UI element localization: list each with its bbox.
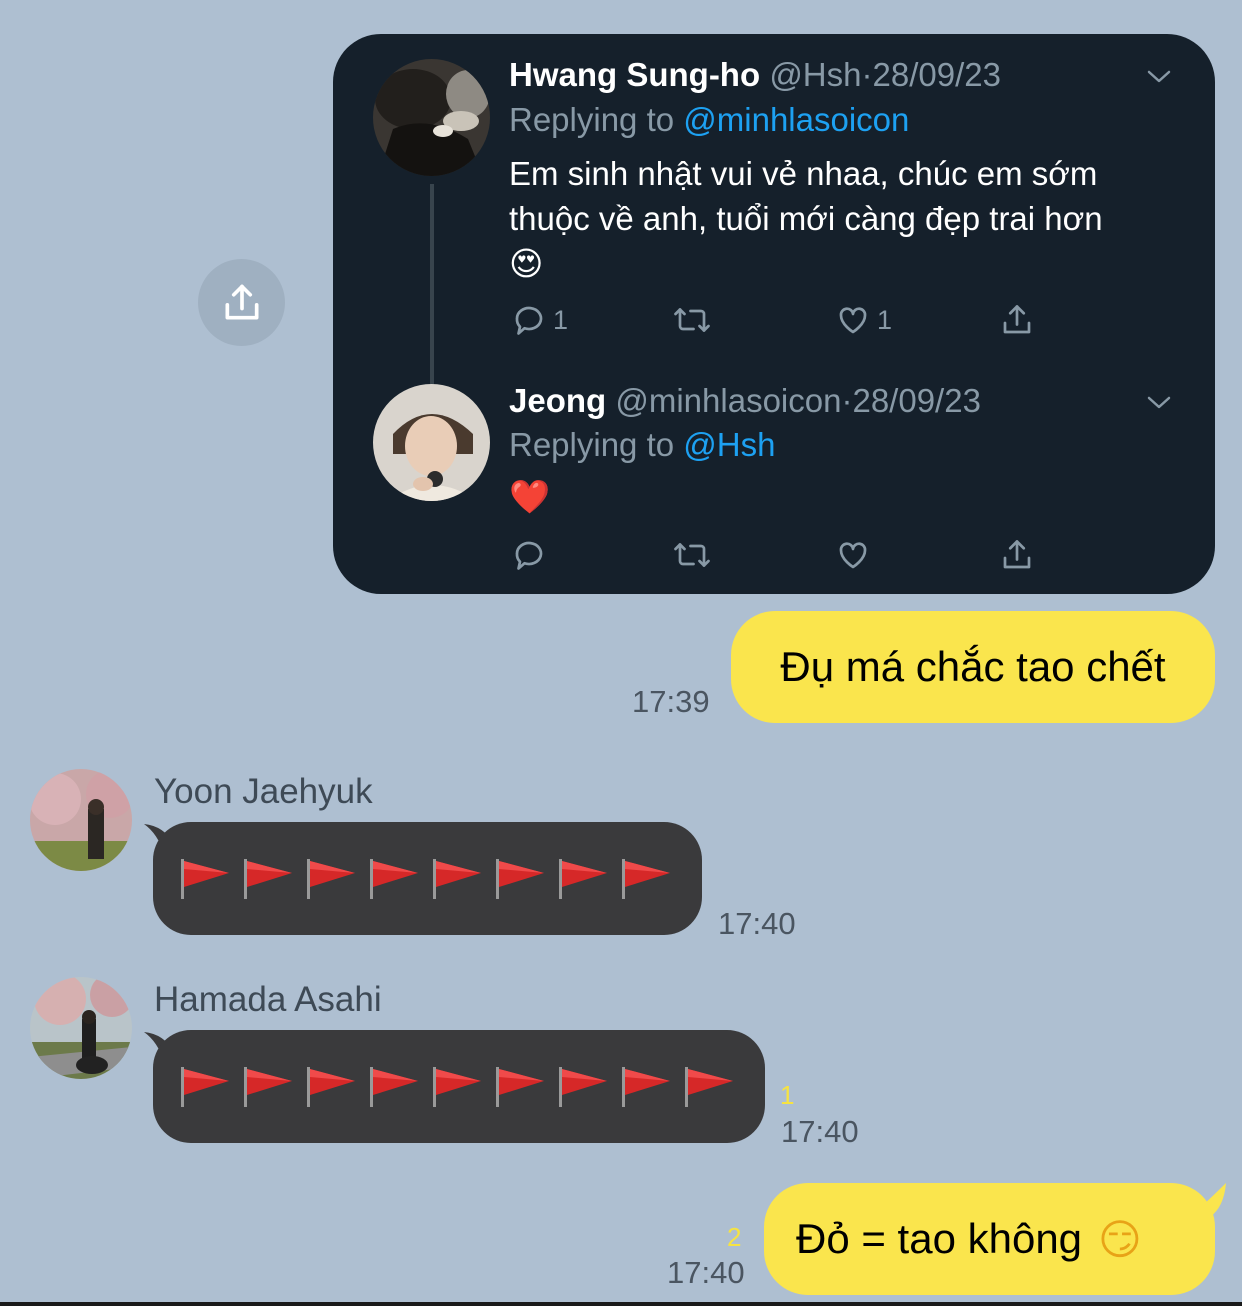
- tweet-author-handle[interactable]: @Hsh: [769, 56, 861, 93]
- triangular-flag-icon: [622, 858, 670, 899]
- triangular-flag-icon: [307, 1066, 355, 1107]
- message-text: Đỏ = tao không: [796, 1215, 1083, 1262]
- like-button[interactable]: 1: [835, 302, 892, 338]
- avatar-yoon-jaehyuk[interactable]: [30, 769, 132, 871]
- tweet-date: 28/09/23: [852, 382, 981, 419]
- reply-icon: [515, 541, 543, 570]
- tweet-body: ❤️: [509, 474, 1159, 519]
- replying-to-line: Replying to @minhlasoicon: [509, 101, 909, 139]
- red-heart-emoji: ❤️: [509, 477, 551, 516]
- tweet-share-button[interactable]: [999, 537, 1035, 573]
- triangular-flag-icon: [181, 858, 229, 899]
- retweet-button[interactable]: [672, 302, 712, 338]
- my-message-bubble[interactable]: Đỏ = tao không 😏: [764, 1183, 1215, 1295]
- their-message-bubble[interactable]: [153, 822, 702, 935]
- triangular-flag-icon: [433, 1066, 481, 1107]
- replying-prefix: Replying to: [509, 426, 684, 463]
- bottom-divider: [0, 1302, 1242, 1306]
- shared-tweet-card[interactable]: Hwang Sung-ho @Hsh·28/09/23 Replying to …: [333, 34, 1215, 594]
- tweet-body: Em sinh nhật vui vẻ nhaa, chúc em sớm th…: [509, 151, 1159, 286]
- reply-count: 1: [553, 304, 569, 335]
- triangular-flag-icon: [496, 1066, 544, 1107]
- triangular-flag-icon: [244, 1066, 292, 1107]
- share-icon: [1003, 540, 1031, 569]
- heart-eyes-emoji: 😍: [509, 244, 544, 283]
- triangular-flag-icon: [496, 858, 544, 899]
- separator: ·: [841, 382, 853, 419]
- tweet-avatar-hwang[interactable]: [373, 59, 490, 176]
- tweet-author-name[interactable]: Jeong: [509, 382, 606, 419]
- tweet-actions: 1 1: [509, 302, 1049, 342]
- tweet-author-name[interactable]: Hwang Sung-ho: [509, 56, 760, 93]
- retweet-icon: [674, 543, 710, 567]
- triangular-flag-icon: [181, 1066, 229, 1107]
- avatar-hamada-asahi[interactable]: [30, 977, 132, 1079]
- retweet-button[interactable]: [672, 537, 712, 573]
- tweet-avatar-jeong[interactable]: [373, 384, 490, 501]
- tweet-header: Hwang Sung-ho @Hsh·28/09/23: [509, 56, 1001, 94]
- tweet-actions: [509, 537, 1049, 577]
- triangular-flag-icon: [244, 858, 292, 899]
- retweet-icon: [674, 308, 710, 332]
- unread-count: 1: [780, 1080, 795, 1110]
- replying-to-link[interactable]: @Hsh: [683, 426, 775, 463]
- message-time: 17:39: [632, 684, 710, 719]
- chevron-down-icon[interactable]: [1143, 390, 1175, 414]
- triangular-flag-icon: [307, 858, 355, 899]
- share-icon: [1003, 305, 1031, 334]
- like-button[interactable]: [835, 537, 871, 573]
- my-message-bubble[interactable]: Đụ má chắc tao chết: [731, 611, 1215, 723]
- thread-line: [430, 184, 434, 406]
- share-button[interactable]: [198, 259, 285, 346]
- replying-to-link[interactable]: @minhlasoicon: [683, 101, 909, 138]
- triangular-flag-icon: [370, 858, 418, 899]
- triangular-flag-icon: [433, 858, 481, 899]
- triangular-flag-icon: [622, 1066, 670, 1107]
- triangular-flag-icon: [559, 858, 607, 899]
- unread-count: 2: [727, 1222, 742, 1252]
- message-time: 17:40: [667, 1255, 745, 1290]
- reply-button[interactable]: [511, 537, 547, 573]
- reply-button[interactable]: 1: [511, 302, 568, 338]
- chevron-down-icon[interactable]: [1143, 64, 1175, 88]
- triangular-flag-icon: [685, 1066, 733, 1107]
- tweet-share-button[interactable]: [999, 302, 1035, 338]
- heart-icon: [839, 542, 867, 569]
- smirk-emoji: 😏: [1098, 1214, 1142, 1264]
- tweet-date: 28/09/23: [872, 56, 1001, 93]
- tweet-text: Em sinh nhật vui vẻ nhaa, chúc em sớm th…: [509, 155, 1103, 237]
- message-time: 17:40: [781, 1114, 859, 1149]
- replying-to-line: Replying to @Hsh: [509, 426, 775, 464]
- sender-name: Yoon Jaehyuk: [154, 772, 373, 811]
- flag-emoji-row: [179, 857, 683, 901]
- message-time: 17:40: [718, 906, 796, 941]
- tweet-author-handle[interactable]: @minhlasoicon: [615, 382, 841, 419]
- separator: ·: [861, 56, 873, 93]
- replying-prefix: Replying to: [509, 101, 684, 138]
- share-icon: [225, 284, 258, 319]
- triangular-flag-icon: [559, 1066, 607, 1107]
- triangular-flag-icon: [370, 1066, 418, 1107]
- tweet-header: Jeong @minhlasoicon·28/09/23: [509, 382, 981, 420]
- like-count: 1: [877, 304, 893, 335]
- heart-icon: [839, 307, 867, 334]
- sender-name: Hamada Asahi: [154, 980, 382, 1019]
- flag-emoji-row: [179, 1065, 746, 1109]
- reply-icon: [515, 306, 543, 335]
- their-message-bubble[interactable]: [153, 1030, 765, 1143]
- message-text: Đụ má chắc tao chết: [780, 643, 1166, 690]
